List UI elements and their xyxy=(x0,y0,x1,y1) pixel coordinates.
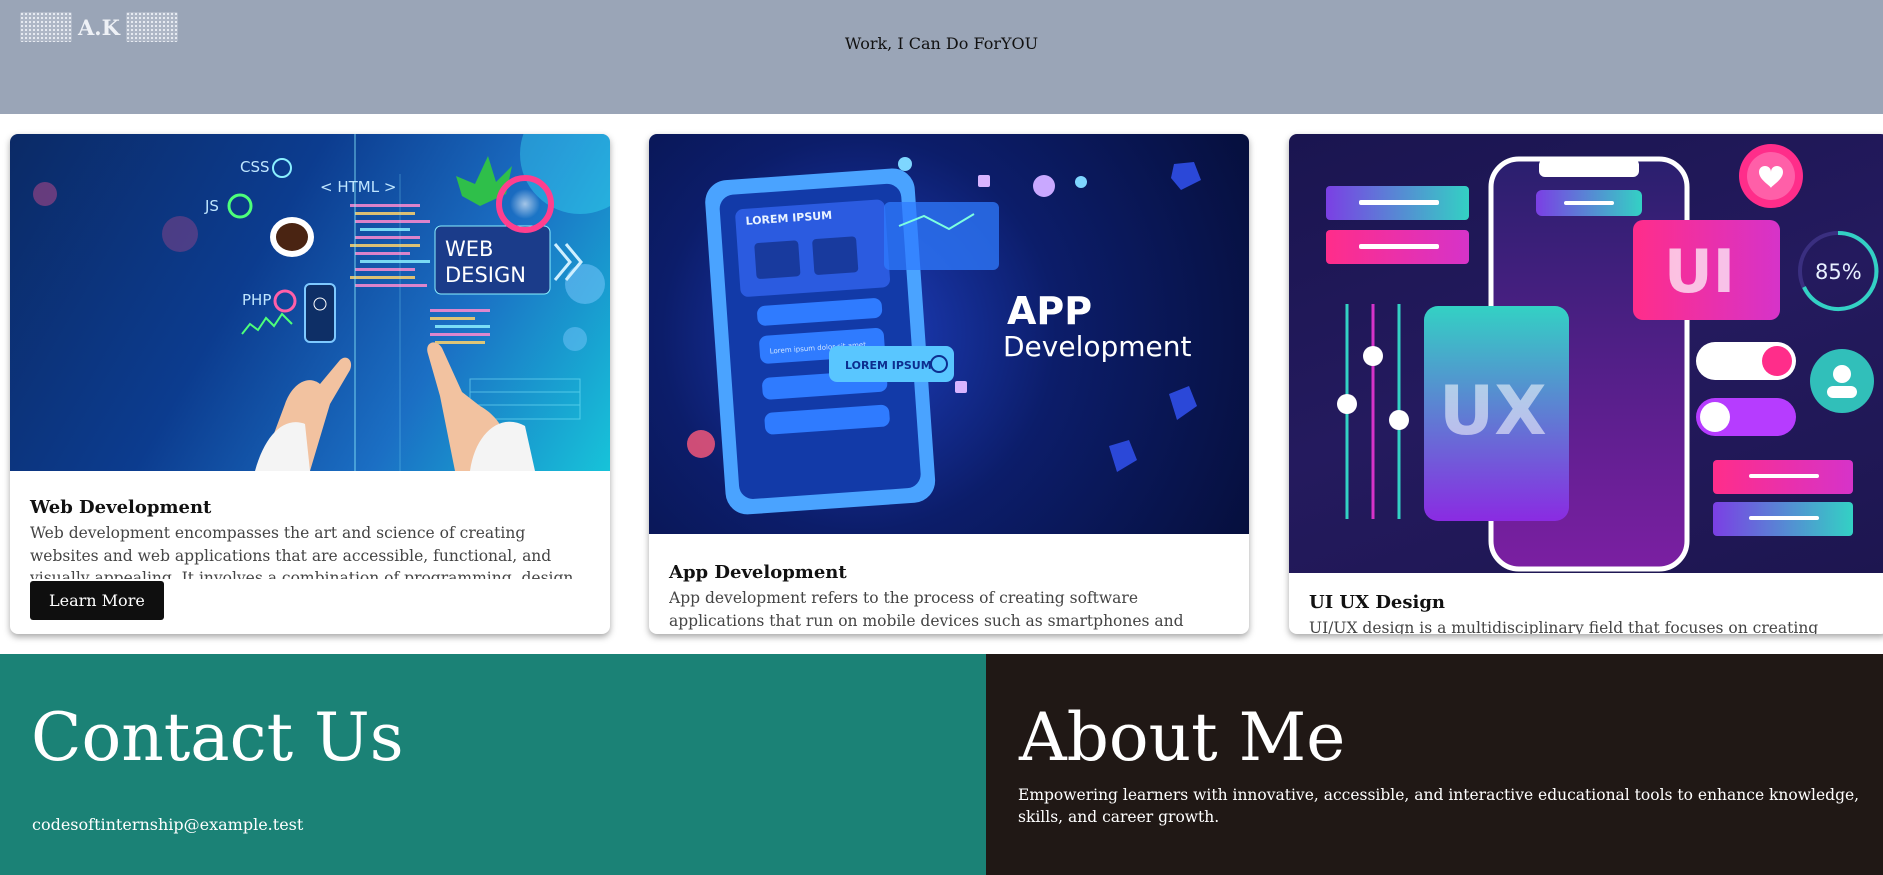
service-card-ui-ux-design: UX UI 85% UI UX Design UI/UX design is a… xyxy=(1289,134,1883,634)
design-label: DESIGN xyxy=(445,263,526,287)
about-title: About Me xyxy=(1019,699,1346,776)
contact-title: Contact Us xyxy=(31,699,404,776)
learn-more-button[interactable]: Learn More xyxy=(30,581,164,620)
web-development-image: CSS < HTML > JS PHP WEB DESIGN xyxy=(10,134,610,471)
app-development-illustration: LOREM IPSUM Lorem ipsum dolor sit amet L… xyxy=(687,157,1201,515)
js-label: JS xyxy=(204,197,219,215)
service-card-web-development: CSS < HTML > JS PHP WEB DESIGN Web Devel… xyxy=(10,134,610,634)
contact-email-link[interactable]: codesoftinternship@example.test xyxy=(32,815,303,834)
card-description: UI/UX design is a multidisciplinary fiel… xyxy=(1309,619,1819,634)
app-title-text: APP xyxy=(1007,289,1092,333)
card-title: UI UX Design xyxy=(1309,592,1446,613)
ui-ux-illustration: UX UI 85% xyxy=(1326,144,1879,572)
web-label: WEB xyxy=(445,237,493,261)
ux-label: UX xyxy=(1439,372,1547,451)
card-title: Web Development xyxy=(30,497,212,518)
app-development-image: LOREM IPSUM Lorem ipsum dolor sit amet L… xyxy=(649,134,1249,534)
progress-percent: 85% xyxy=(1815,260,1862,284)
contact-section: Contact Us codesoftinternship@example.te… xyxy=(0,654,986,875)
headline-lead: Work, I Can Do For xyxy=(844,34,1001,53)
page-headline: Work, I Can Do ForYOU xyxy=(0,0,1883,104)
html-label: < HTML > xyxy=(320,178,396,196)
development-title-text: Development xyxy=(1003,330,1192,363)
php-label: PHP xyxy=(242,291,271,309)
web-development-illustration: CSS < HTML > JS PHP WEB DESIGN xyxy=(33,134,610,471)
lorem-button-text: LOREM IPSUM xyxy=(845,359,932,372)
about-description: Empowering learners with innovative, acc… xyxy=(1018,786,1860,826)
site-header: A.K Work, I Can Do ForYOU xyxy=(0,0,1883,114)
card-title: App Development xyxy=(669,562,847,583)
ui-label: UI xyxy=(1664,237,1735,307)
headline-emphasis: YOU xyxy=(1000,34,1039,53)
about-section: About Me Empowering learners with innova… xyxy=(986,654,1883,875)
service-card-app-development: LOREM IPSUM Lorem ipsum dolor sit amet L… xyxy=(649,134,1249,634)
card-description: Web development encompasses the art and … xyxy=(30,524,579,579)
services-section: CSS < HTML > JS PHP WEB DESIGN Web Devel… xyxy=(0,114,1883,654)
card-description: App development refers to the process of… xyxy=(669,589,1184,630)
ui-ux-design-image: UX UI 85% xyxy=(1289,134,1883,573)
css-label: CSS xyxy=(240,158,270,176)
